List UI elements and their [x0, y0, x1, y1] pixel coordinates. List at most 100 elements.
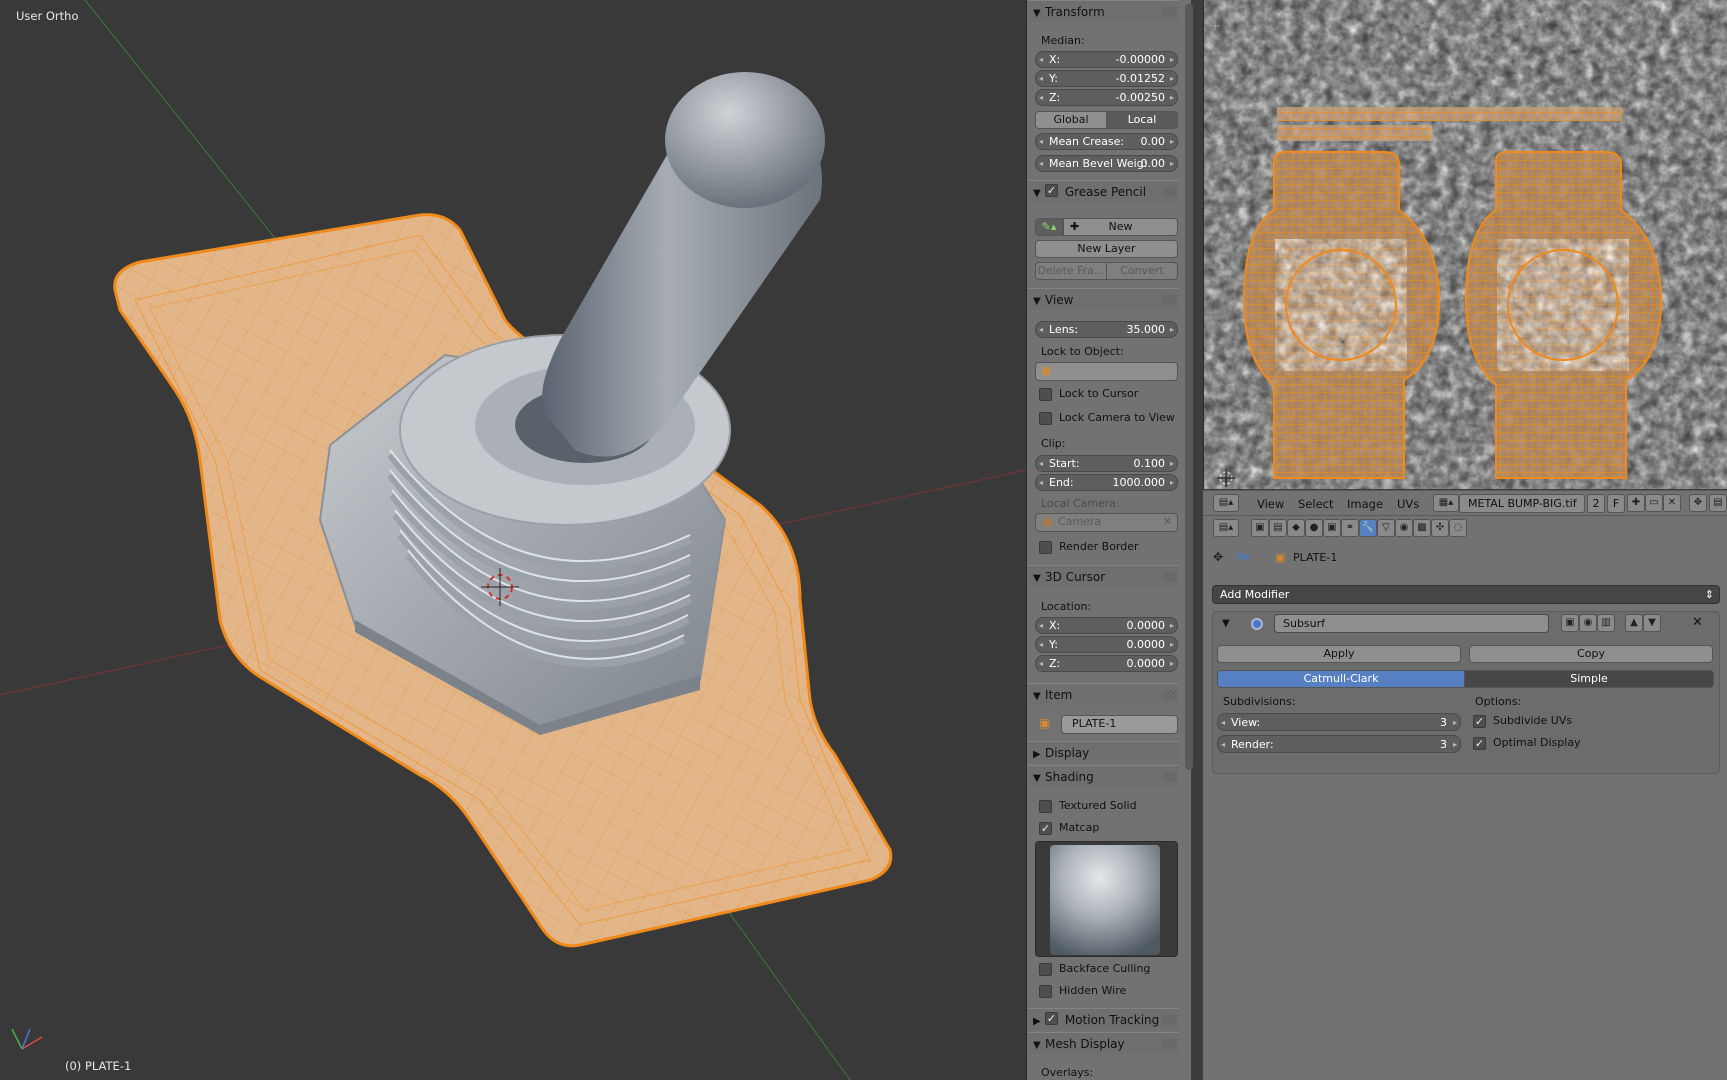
view-levels-field[interactable]: ◂ View: 3 ▸ [1217, 713, 1461, 731]
median-x-field[interactable]: X:-0.00000 [1035, 51, 1178, 68]
panel-display[interactable]: ▶ Display [1027, 741, 1179, 763]
breadcrumb-object: PLATE-1 [1293, 551, 1338, 564]
lock-object-field[interactable]: ▣ [1035, 362, 1178, 381]
world-tab-icon: ● [1305, 519, 1323, 537]
modifiers-tab-icon: 🔧 [1359, 519, 1377, 537]
texture-tab-icon: ▩ [1413, 519, 1431, 537]
image-browse-icon[interactable]: ▦▴ [1433, 494, 1459, 512]
modifier-name-field[interactable]: Subsurf [1274, 614, 1549, 633]
global-toggle[interactable]: Global [1035, 111, 1107, 129]
fake-user-toggle[interactable]: F [1607, 494, 1625, 513]
context-tabs[interactable]: ▣ ▤ ◆ ● ▣ ⚭ 🔧 ▽ ◉ ▩ ✣ ◌ [1251, 519, 1481, 538]
move-down-icon[interactable]: ▼ [1643, 614, 1661, 632]
subsurf-modifier-panel[interactable]: ▼ Subsurf ▣ ◉ ▥ ▲ ▼ ✕ Apply Copy Catmull… [1212, 611, 1720, 774]
data-tab-icon: ▽ [1377, 519, 1395, 537]
remove-modifier-icon[interactable]: ✕ [1692, 615, 1703, 630]
subdivisions-label: Subdivisions: [1223, 695, 1296, 708]
panel-item[interactable]: ▼ Item [1027, 683, 1179, 705]
item-name-field[interactable]: PLATE-1 [1061, 715, 1178, 734]
clear-icon: ✕ [1162, 515, 1172, 528]
new-layer-button[interactable]: New Layer [1035, 240, 1178, 258]
subsurf-icon [1251, 618, 1263, 630]
layers-tab-icon: ▤ [1269, 519, 1287, 537]
editor-type-icon[interactable]: ▤▴ [1213, 494, 1239, 512]
cursor-x-field[interactable]: X:0.0000 [1035, 617, 1178, 634]
cube-icon: ▣ [1041, 364, 1052, 377]
simple-toggle[interactable]: Simple [1464, 670, 1714, 688]
panel-3d-cursor[interactable]: ▼ 3D Cursor [1027, 565, 1179, 587]
apply-button[interactable]: Apply [1217, 645, 1461, 663]
menu-image[interactable]: Image [1347, 497, 1383, 511]
local-camera-field[interactable]: ▣ Camera ✕ [1035, 513, 1178, 532]
overlays-label: Overlays: [1041, 1066, 1094, 1079]
editmode-toggle-icon[interactable]: ▥ [1597, 614, 1615, 632]
uv-image-editor[interactable]: + [1203, 0, 1727, 489]
open-folder-icon[interactable]: ▭ [1645, 494, 1663, 512]
menu-view[interactable]: View [1257, 497, 1284, 511]
median-y-field[interactable]: Y:-0.01252 [1035, 70, 1178, 87]
catmull-clark-toggle[interactable]: Catmull-Clark [1217, 670, 1465, 688]
panel-mesh-display[interactable]: ▼ Mesh Display [1027, 1032, 1179, 1054]
pin-icon[interactable]: ✥ [1689, 494, 1707, 512]
viewport-canvas[interactable] [0, 0, 1026, 1080]
object-tab-icon: ▣ [1323, 519, 1341, 537]
lens-field[interactable]: Lens:35.000 [1035, 321, 1178, 338]
local-camera-label: Local Camera: [1041, 497, 1120, 510]
chevron-updown-icon: ⇕ [1704, 588, 1714, 601]
render-toggle-icon[interactable]: ▣ [1561, 614, 1579, 632]
object-icon: ▣ [1275, 551, 1286, 564]
camera-icon: ▣ [1042, 515, 1053, 528]
properties-editor-type-icon[interactable]: ▤▴ [1213, 519, 1239, 537]
image-name-field[interactable]: METAL BUMP-BIG.tif [1459, 494, 1585, 513]
editor-menu-icon[interactable]: ▤ [1709, 494, 1727, 512]
clip-end-field[interactable]: End:1000.000 [1035, 474, 1178, 491]
properties-editor[interactable]: ▤▴ ▣ ▤ ◆ ● ▣ ⚭ 🔧 ▽ ◉ ▩ ✣ ◌ ✥ ⚙▸ ▣ PLATE-… [1203, 515, 1727, 1080]
panel-shading[interactable]: ▼ Shading [1027, 765, 1179, 787]
clip-label: Clip: [1041, 437, 1066, 450]
plus-icon: + [1210, 19, 1220, 33]
plus-icon: ✚ [1070, 220, 1080, 233]
panel-grease-pencil[interactable]: ▼ ✓ Grease Pencil [1027, 180, 1179, 202]
panel-title: Transform [1045, 5, 1105, 19]
location-label: Location: [1041, 600, 1092, 613]
pencil-icon[interactable]: ✎▴ [1035, 218, 1063, 236]
unlink-image-icon[interactable]: ✕ [1663, 494, 1681, 512]
options-label: Options: [1475, 695, 1522, 708]
local-toggle[interactable]: Local [1106, 111, 1178, 129]
viewport-toggle-icon[interactable]: ◉ [1579, 614, 1597, 632]
lock-object-label: Lock to Object: [1041, 345, 1124, 358]
sidebar-scrollbar[interactable] [1185, 4, 1193, 770]
add-modifier-dropdown[interactable]: Add Modifier ⇕ [1212, 585, 1720, 604]
new-grease-button[interactable]: ✚ New [1063, 218, 1178, 236]
collapse-triangle-icon[interactable]: ▼ [1222, 618, 1230, 629]
move-up-icon[interactable]: ▲ [1625, 614, 1643, 632]
uv-editor-header[interactable]: ▤▴ View Select Image UVs ▦▴ METAL BUMP-B… [1203, 490, 1727, 515]
new-image-icon[interactable]: ✚ [1627, 494, 1645, 512]
material-tab-icon: ◉ [1395, 519, 1413, 537]
menu-uvs[interactable]: UVs [1397, 497, 1419, 511]
convert-button[interactable]: Convert [1106, 262, 1178, 280]
matcap-preview[interactable] [1035, 841, 1178, 957]
scene-tab-icon: ◆ [1287, 519, 1305, 537]
3d-viewport[interactable]: User Ortho (0) PLATE-1 [0, 0, 1026, 1080]
clip-start-field[interactable]: Start:0.100 [1035, 455, 1178, 472]
mean-crease-field[interactable]: Mean Crease:0.00 [1035, 133, 1178, 150]
panel-view[interactable]: ▼ View [1027, 288, 1179, 310]
cursor-z-field[interactable]: Z:0.0000 [1035, 655, 1178, 672]
axis-gizmo-icon [11, 1028, 43, 1050]
mean-bevel-field[interactable]: Mean Bevel Weig:0.00 [1035, 155, 1178, 172]
render-levels-field[interactable]: ◂ Render: 3 ▸ [1217, 735, 1461, 753]
uv-canvas[interactable]: + [1204, 0, 1727, 489]
delete-frame-button[interactable]: Delete Fra... [1035, 262, 1107, 280]
pin-icon[interactable]: ✥ [1213, 550, 1223, 564]
cursor-y-field[interactable]: Y:0.0000 [1035, 636, 1178, 653]
matcap-sphere-image [1050, 845, 1160, 955]
image-users-count[interactable]: 2 [1587, 494, 1605, 513]
mesh-context-icon: ⚙▸ [1235, 550, 1251, 563]
panel-transform[interactable]: ▼ Transform [1027, 0, 1179, 22]
panel-motion-tracking[interactable]: ▶ ✓ Motion Tracking [1027, 1008, 1179, 1030]
active-object-status: (0) PLATE-1 [65, 1059, 132, 1073]
copy-button[interactable]: Copy [1469, 645, 1713, 663]
median-z-field[interactable]: Z:-0.00250 [1035, 89, 1178, 106]
menu-select[interactable]: Select [1298, 497, 1333, 511]
